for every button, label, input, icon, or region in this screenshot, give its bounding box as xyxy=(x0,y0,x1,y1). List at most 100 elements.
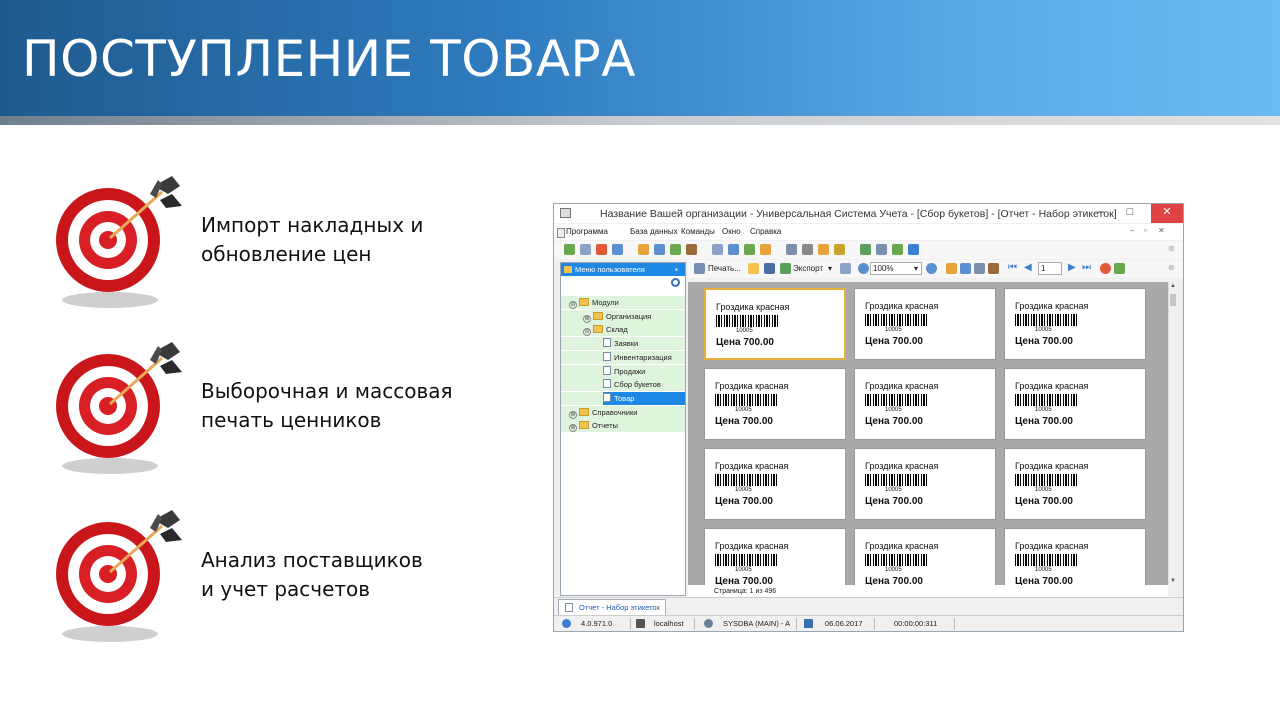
menu-help[interactable]: Справка xyxy=(750,227,781,236)
vertical-scrollbar[interactable]: ▲ ▼ xyxy=(1168,282,1177,585)
zoom-out-icon[interactable] xyxy=(926,263,937,274)
search-icon[interactable] xyxy=(612,244,623,255)
price-label[interactable]: Гроздика красная 10005 Цена 700.00 xyxy=(1004,528,1146,585)
refresh-icon[interactable] xyxy=(564,244,575,255)
document-icon xyxy=(603,365,611,375)
tree-item[interactable]: ⊕ Организация xyxy=(583,310,651,323)
tree-item[interactable]: ⊖ Склад xyxy=(583,323,628,337)
price-label[interactable]: Гроздика красная 10005 Цена 700.00 xyxy=(854,448,996,520)
group-icon[interactable] xyxy=(712,244,723,255)
folder-icon xyxy=(593,311,603,320)
save-icon[interactable] xyxy=(764,263,775,274)
toolbar-close-icon[interactable]: ⊗ xyxy=(1168,244,1175,253)
page-number-input[interactable]: 1 xyxy=(1038,262,1062,275)
calendar-icon xyxy=(804,619,813,628)
mdi-restore-icon[interactable]: ▫ xyxy=(1144,226,1147,235)
tab-report-labels[interactable]: Отчет - Набор этикеток xyxy=(558,599,666,615)
export-dropdown-icon[interactable]: ▾ xyxy=(828,264,832,273)
next-page-icon[interactable]: ▶ xyxy=(1068,262,1076,273)
settings-icon[interactable] xyxy=(802,244,813,255)
price-label[interactable]: Гроздика красная 10005 Цена 700.00 xyxy=(704,368,846,440)
mdi-minimize-icon[interactable]: – xyxy=(1130,226,1134,235)
pin-icon[interactable]: ▪ xyxy=(675,263,678,276)
document-icon xyxy=(603,379,611,389)
scroll-down-icon[interactable]: ▼ xyxy=(1170,578,1176,584)
mdi-close-icon[interactable]: ✕ xyxy=(1158,226,1165,235)
product-code: 10005 xyxy=(885,487,902,493)
tree-item-label: Склад xyxy=(606,325,628,335)
delete-icon[interactable] xyxy=(596,244,607,255)
first-page-icon[interactable]: ⏮ xyxy=(1008,262,1017,273)
tree-item[interactable]: Заявки xyxy=(603,337,638,350)
page-setup-icon[interactable] xyxy=(840,263,851,274)
menu-commands[interactable]: Команды xyxy=(681,227,715,236)
user-menu-header: Меню пользователя ▪ xyxy=(561,263,685,276)
close-button[interactable]: ✕ xyxy=(1151,204,1183,223)
export-button[interactable]: Экспорт xyxy=(793,264,823,273)
edit-icon[interactable] xyxy=(988,263,999,274)
price-label[interactable]: Гроздика красная 10005 Цена 700.00 xyxy=(854,528,996,585)
price-label[interactable]: Гроздика красная 10005 Цена 700.00 xyxy=(854,288,996,360)
zoom-dropdown-icon[interactable]: ▾ xyxy=(914,264,918,273)
expand-icon[interactable]: ⊖ xyxy=(569,301,577,309)
status-version: 4.0.971.0 xyxy=(581,619,613,628)
price-label[interactable]: Гроздика красная 10005 Цена 700.00 xyxy=(854,368,996,440)
tree-icon[interactable] xyxy=(728,244,739,255)
price-label[interactable]: Гроздика красная 10005 Цена 700.00 xyxy=(1004,288,1146,360)
import-icon[interactable] xyxy=(760,244,771,255)
expand-icon[interactable]: ⊕ xyxy=(583,314,591,323)
price-label[interactable]: Гроздика красная 10005 Цена 700.00 xyxy=(704,448,846,520)
key-icon[interactable] xyxy=(834,244,845,255)
minimize-button[interactable]: – xyxy=(1088,204,1114,223)
print-icon[interactable] xyxy=(876,244,887,255)
add-icon[interactable] xyxy=(670,244,681,255)
chart-icon[interactable] xyxy=(860,244,871,255)
export-icon[interactable] xyxy=(744,244,755,255)
open-icon[interactable] xyxy=(748,263,759,274)
tree-item-label: Инвентаризация xyxy=(614,352,672,362)
toolbar-close-icon[interactable]: ⊗ xyxy=(1168,263,1175,272)
menu-program[interactable]: Программа xyxy=(566,227,608,236)
tree-item[interactable]: ⊖ Модули xyxy=(569,296,619,309)
price-label[interactable]: Гроздика красная 10005 Цена 700.00 xyxy=(704,288,846,360)
lock-icon[interactable] xyxy=(818,244,829,255)
info-icon[interactable] xyxy=(908,244,919,255)
scroll-thumb[interactable] xyxy=(1170,294,1176,306)
edit-icon[interactable] xyxy=(686,244,697,255)
filter-icon[interactable] xyxy=(638,244,649,255)
report-icon[interactable] xyxy=(786,244,797,255)
menu-database[interactable]: База данных xyxy=(630,227,678,236)
calendar-icon[interactable] xyxy=(892,244,903,255)
zoom-in-icon[interactable] xyxy=(858,263,869,274)
price-label[interactable]: Гроздика красная 10005 Цена 700.00 xyxy=(704,528,846,585)
search-icon[interactable] xyxy=(671,278,680,287)
price-label[interactable]: Гроздика красная 10005 Цена 700.00 xyxy=(1004,368,1146,440)
copy-icon[interactable] xyxy=(580,244,591,255)
tree-item[interactable]: ⊕ Справочники xyxy=(569,406,637,419)
scroll-up-icon[interactable]: ▲ xyxy=(1170,283,1176,289)
fit-page-icon[interactable] xyxy=(946,263,957,274)
tree-item[interactable]: Товар xyxy=(603,391,685,405)
expand-icon[interactable]: ⊖ xyxy=(583,328,591,337)
print-button[interactable]: Печать... xyxy=(708,264,741,273)
page-width-icon[interactable] xyxy=(960,263,971,274)
expand-icon[interactable]: ⊕ xyxy=(569,410,577,419)
prev-page-icon[interactable]: ◀ xyxy=(1024,262,1032,273)
menu-window[interactable]: Окно xyxy=(722,227,741,236)
product-price: Цена 700.00 xyxy=(1015,496,1073,507)
find-icon[interactable] xyxy=(974,263,985,274)
sort-icon[interactable] xyxy=(654,244,665,255)
tree-item[interactable]: Продажи xyxy=(603,365,645,378)
maximize-button[interactable]: □ xyxy=(1117,204,1143,223)
tree-item-label: Отчеты xyxy=(592,421,618,431)
tree-item-label: Товар xyxy=(614,393,635,403)
tree-item[interactable]: Инвентаризация xyxy=(603,351,672,364)
last-page-icon[interactable]: ⏭ xyxy=(1082,262,1091,273)
refresh-icon[interactable] xyxy=(1114,263,1125,274)
window-titlebar: Название Вашей организации - Универсальн… xyxy=(554,204,1183,223)
tree-item[interactable]: ⊕ Отчеты xyxy=(569,419,618,433)
tree-item[interactable]: Сбор букетов xyxy=(603,378,661,391)
stop-icon[interactable] xyxy=(1100,263,1111,274)
expand-icon[interactable]: ⊕ xyxy=(569,424,577,433)
price-label[interactable]: Гроздика красная 10005 Цена 700.00 xyxy=(1004,448,1146,520)
